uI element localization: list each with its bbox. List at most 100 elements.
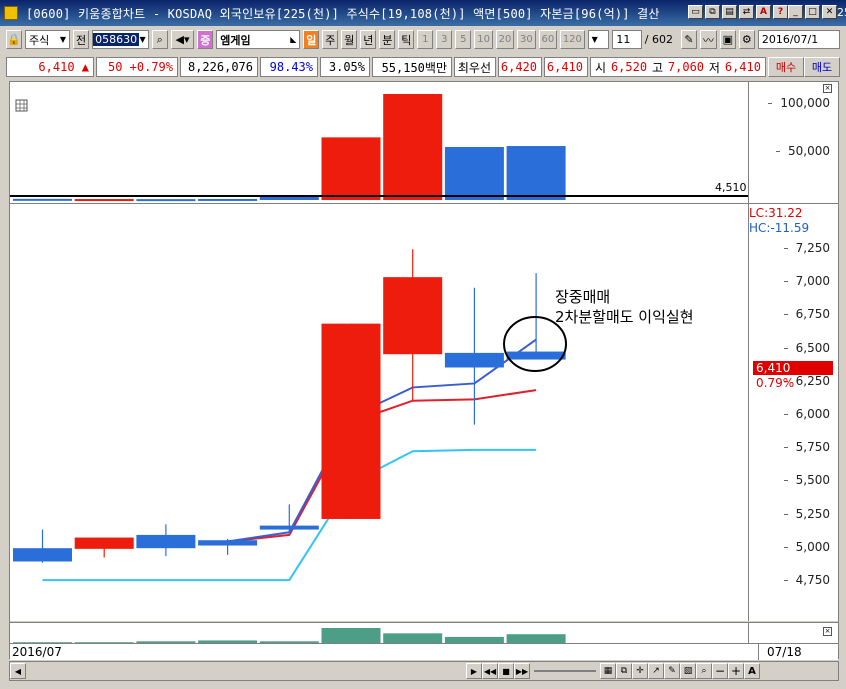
maximize-icon[interactable]: □: [805, 5, 820, 19]
text-size-icon[interactable]: A: [756, 5, 771, 19]
image-icon[interactable]: ▧: [680, 663, 696, 679]
price-tick: 6,500: [783, 340, 830, 355]
annotation-line1: 장중매매: [555, 288, 610, 306]
date-left: 2016/07: [12, 645, 62, 659]
close-icon[interactable]: ✕: [822, 5, 837, 19]
volume-y-axis: ×: [748, 622, 838, 643]
candle-body: [383, 277, 443, 355]
chevron-right-icon: ◣: [290, 35, 297, 44]
best-bid: 6,420: [498, 57, 542, 77]
grid-icon[interactable]: ▦: [600, 663, 616, 679]
candle-body: [444, 352, 504, 368]
scroll-left-icon[interactable]: ◀: [10, 663, 26, 679]
zoom-slider[interactable]: [530, 663, 600, 679]
interval-120-button[interactable]: 120: [560, 30, 585, 49]
code-input[interactable]: 058630 ▼: [92, 30, 149, 49]
print-icon[interactable]: ▤: [722, 5, 737, 19]
price-tick: 6,750: [783, 307, 830, 322]
close-panel-icon[interactable]: ×: [823, 84, 832, 93]
period-minute-tab[interactable]: 분: [379, 30, 396, 49]
window-copy-icon[interactable]: ⧉: [705, 5, 720, 19]
interval-10-button[interactable]: 10: [474, 30, 493, 49]
search-icon[interactable]: ⌕: [696, 663, 712, 679]
horizontal-scrollbar[interactable]: [26, 663, 466, 679]
interval-30-button[interactable]: 30: [517, 30, 536, 49]
volume-bar: [321, 628, 381, 644]
current-change-marker: 0.79%: [756, 376, 795, 390]
close-panel-icon[interactable]: ×: [823, 627, 832, 636]
title-tool-buttons: ▭ ⧉ ▤ ⇄ A ?: [688, 5, 788, 19]
search-icon[interactable]: ⌕: [151, 30, 168, 49]
lock-icon[interactable]: 🔒: [6, 30, 22, 49]
candle-body: [74, 537, 134, 549]
current-price-marker: 6,410: [753, 361, 833, 375]
stock-name: 엠게임: [220, 33, 251, 47]
period-week-tab[interactable]: 주: [322, 30, 339, 49]
all-button[interactable]: 전: [73, 30, 90, 49]
volume-chart: [13, 628, 566, 644]
help-icon[interactable]: ?: [773, 5, 788, 19]
type-select-label: 주식: [29, 33, 50, 47]
interval-1-button[interactable]: 1: [417, 30, 434, 49]
interval-20-button[interactable]: 20: [495, 30, 515, 49]
grid-toggle-icon[interactable]: [15, 99, 28, 112]
price-chart-panel[interactable]: 장중매매 2차분할매도 이익실현: [10, 203, 748, 621]
zoom-out-icon[interactable]: −: [712, 663, 728, 679]
minimize-icon[interactable]: _: [788, 5, 803, 19]
upper-bar: [198, 198, 258, 201]
price-tick: 4,750: [783, 573, 830, 588]
window-title: [0600] 키움종합차트 - KOSDAQ 외국인보유[225(천)] 주식수…: [26, 6, 660, 21]
period-month-tab[interactable]: 월: [341, 30, 358, 49]
speaker-icon[interactable]: ◀▾: [170, 30, 195, 49]
chart-tool-icon[interactable]: ✎: [680, 30, 697, 49]
period-year-tab[interactable]: 년: [360, 30, 377, 49]
upper-bar: [74, 199, 134, 202]
zoom-in-icon[interactable]: +: [728, 663, 744, 679]
crosshair-icon[interactable]: ✛: [632, 663, 648, 679]
bottom-bar: ◀ ▶ ◀◀ ■ ▶▶ ▦ ⧉ ✛ ↗ ✎ ▧ ⌕ − + A: [9, 661, 839, 681]
period-day-tab[interactable]: 일: [303, 30, 320, 49]
count-input[interactable]: 11: [612, 30, 642, 49]
settings-icon[interactable]: ⚙: [738, 30, 755, 49]
current-price: 6,410 ▲: [6, 57, 94, 77]
stock-name-field[interactable]: 엠게임 ◣: [216, 30, 301, 49]
window-layout-icon[interactable]: ▭: [688, 5, 703, 19]
pencil-icon[interactable]: ✎: [664, 663, 680, 679]
best-ask: 6,410: [544, 57, 588, 77]
save-icon[interactable]: ▣: [719, 30, 736, 49]
buy-button[interactable]: 매수: [768, 57, 804, 77]
sell-button[interactable]: 매도: [804, 57, 840, 77]
play-icon[interactable]: ▶: [466, 663, 482, 679]
rewind-icon[interactable]: ◀◀: [482, 663, 498, 679]
interval-5-button[interactable]: 5: [455, 30, 472, 49]
candle-body: [13, 548, 72, 562]
link-icon[interactable]: ⇄: [739, 5, 754, 19]
period-tick-tab[interactable]: 틱: [398, 30, 415, 49]
trendline-icon[interactable]: ↗: [648, 663, 664, 679]
price-tick: 6,000: [783, 407, 830, 421]
upper-bar: [444, 147, 504, 200]
price-change: 50 +0.79%: [96, 57, 178, 77]
price-tick: 5,250: [783, 506, 830, 521]
fast-forward-icon[interactable]: ▶▶: [514, 663, 530, 679]
price-y-axis: LC:31.22 HC:-11.59 7,250 7,000 6,750 6,500 6…: [748, 203, 838, 621]
copy-icon[interactable]: ⧉: [616, 663, 632, 679]
type-select[interactable]: 주식 ▼: [25, 30, 71, 49]
interval-60-button[interactable]: 60: [538, 30, 558, 49]
stock-prefix-badge: 증: [197, 30, 214, 49]
date-axis: 2016/07 07/18: [10, 643, 838, 660]
price-tick: 6,250: [783, 373, 830, 388]
text-icon[interactable]: A: [744, 663, 760, 679]
stop-icon[interactable]: ■: [498, 663, 514, 679]
volume-panel[interactable]: [10, 622, 748, 644]
date-input[interactable]: 2016/07/1: [757, 30, 840, 49]
interval-dropdown[interactable]: ▼: [587, 30, 610, 49]
low-label: 저: [708, 60, 720, 75]
open-value: 6,520: [610, 60, 648, 74]
chevron-down-icon: ▼: [591, 35, 598, 44]
upper-indicator-panel[interactable]: 4,510: [10, 82, 748, 203]
lc-label: LC:31.22: [749, 206, 803, 220]
interval-3-button[interactable]: 3: [436, 30, 453, 49]
window-controls: _ □ ✕: [788, 5, 837, 19]
trend-icon[interactable]: 〰: [699, 30, 717, 49]
